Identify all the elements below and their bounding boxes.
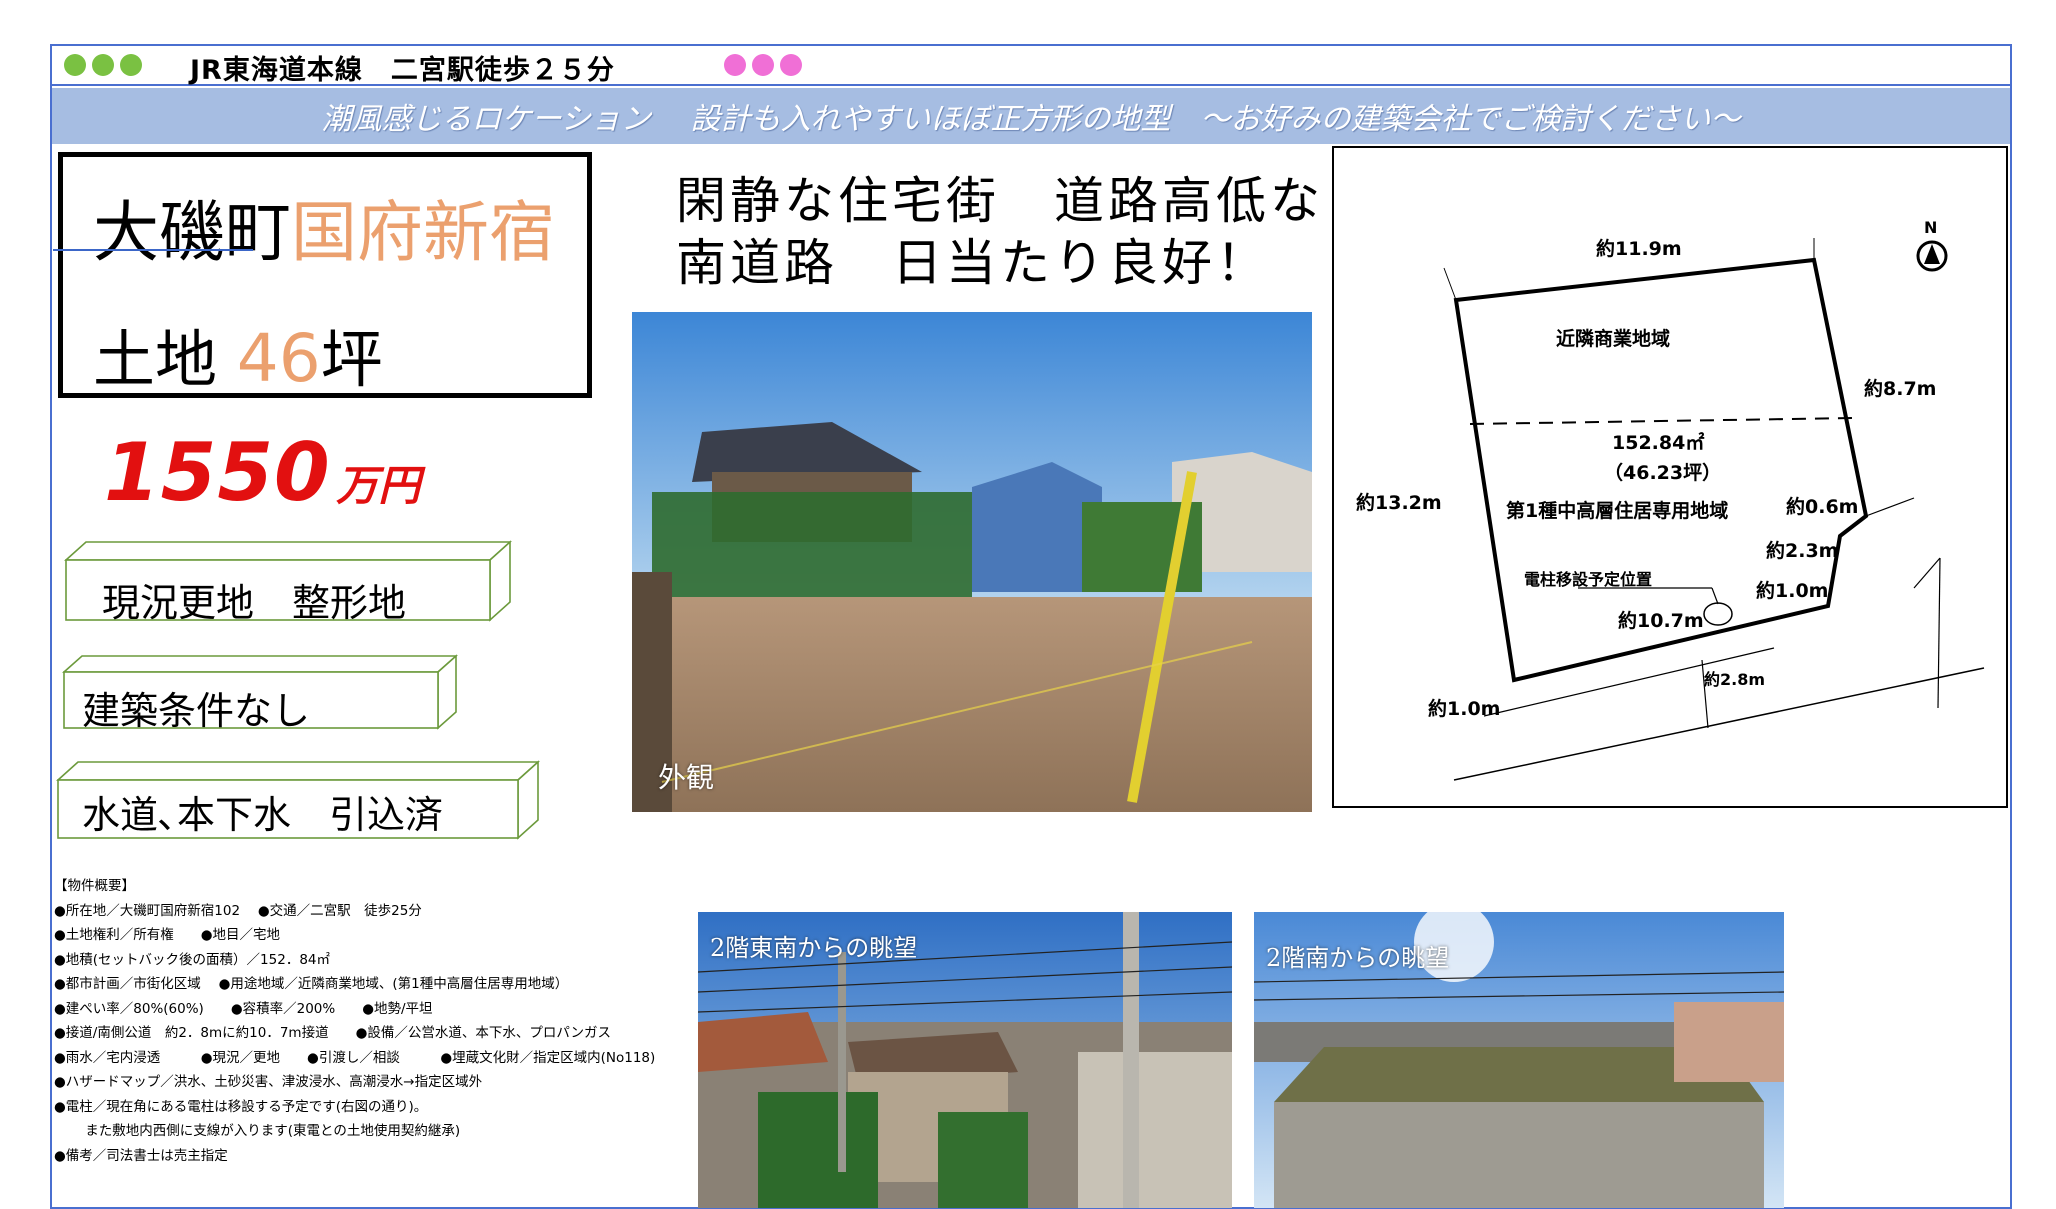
overview-line: ●建ぺい率／80%(60%) ●容積率／200% ●地勢/平坦	[54, 1000, 433, 1017]
plan-area-sqm: 152.84㎡	[1612, 432, 1705, 454]
land-size-title: 土地 46坪	[93, 309, 383, 399]
overview-line: ●所在地／大磯町国府新宿102 ●交通／二宮駅 徒歩25分	[54, 902, 422, 919]
land-label: 土地	[93, 323, 218, 396]
plan-corner-10b: 約1.0m	[1428, 698, 1501, 720]
feature-box-3: 水道､本下水 引込済	[56, 760, 540, 840]
headline: 閑静な住宅街 道路高低なし 南道路 日当たり良好！	[676, 170, 1378, 294]
feature-text-2: 建築条件なし	[82, 689, 311, 733]
plan-west: 約13.2m	[1356, 492, 1442, 514]
overview-line: ●雨水／宅内浸透 ●現況／更地 ●引渡し／相談 ●埋蔵文化財／指定区域内(No1…	[54, 1049, 656, 1066]
view-south-caption: 2階南からの眺望	[1266, 944, 1450, 972]
plan-zone-lower: 第1種中高層住居専用地域	[1506, 500, 1729, 522]
plan-pole-note: 電柱移設予定位置	[1524, 570, 1653, 589]
top-bar: JR東海道本線 二宮駅徒歩２５分	[52, 46, 2010, 86]
view-south-photo: 2階南からの眺望	[1254, 912, 1784, 1208]
plan-area-tsubo: （46.23坪）	[1604, 462, 1722, 484]
plan-zone-upper: 近隣商業地域	[1556, 328, 1671, 350]
property-overview: 【物件概要】 ●所在地／大磯町国府新宿102 ●交通／二宮駅 徒歩25分 ●土地…	[54, 874, 655, 1168]
green-dots-icon	[64, 54, 148, 80]
overview-line: ●都市計画／市街化区域 ●用途地域／近隣商業地域、(第1種中高層住居専用地域）	[54, 976, 569, 992]
north-label: N	[1924, 218, 1938, 237]
feature-text-1: 現況更地 整形地	[102, 581, 407, 625]
tsubo-unit: 坪	[320, 323, 383, 396]
plan-corner-23: 約2.3m	[1766, 540, 1839, 562]
location-title: 大磯町国府新宿	[93, 179, 555, 275]
title-underline	[53, 249, 253, 251]
overview-line: ●備考／司法書士は売主指定	[54, 1147, 228, 1164]
plan-corner-10a: 約1.0m	[1756, 580, 1829, 602]
plan-corner-06: 約0.6m	[1786, 496, 1859, 518]
tsubo-value: 46	[236, 320, 321, 397]
overview-line: ●接道/南側公道 約2．8mに約10．7m接道 ●設備／公営水道、本下水、プロパ…	[54, 1025, 612, 1041]
exterior-photo: 外観	[632, 312, 1312, 812]
headline-line-2: 南道路 日当たり良好！	[676, 234, 1270, 292]
overview-line: ●電柱／現在角にある電柱は移設する予定です(右図の通り)。	[54, 1098, 428, 1115]
view-southeast-caption: 2階東南からの眺望	[710, 934, 918, 962]
overview-line: ●地積(セットバック後の面積）／152．84㎡	[54, 951, 330, 968]
feature-box-2: 建築条件なし	[62, 654, 458, 733]
feature-box-1: 現況更地 整形地	[64, 540, 512, 625]
feature-text-3: 水道､本下水 引込済	[82, 793, 444, 837]
pink-dots-icon	[724, 54, 808, 80]
district-name: 国府新宿	[291, 194, 555, 271]
exterior-caption: 外観	[658, 761, 715, 794]
overview-line: 【物件概要】	[54, 878, 135, 894]
plan-east-upper: 約8.7m	[1864, 378, 1937, 400]
title-box: 大磯町国府新宿 土地 46坪	[53, 152, 592, 399]
plan-frontage: 約10.7m	[1618, 610, 1704, 632]
banner-text: 潮風感じるロケーション 設計も入れやすいほぼ正方形の地型 ～お好みの建築会社でご…	[321, 102, 1741, 137]
price: 1550 万円	[104, 426, 420, 519]
site-plan: N 約11.9m 近隣商業地域 約8.7m 152.84㎡ （46.23坪） 約…	[1332, 146, 2008, 808]
overview-line: ●ハザードマップ／洪水、土砂災害、津波浸水、高潮浸水→指定区域外	[54, 1074, 483, 1090]
price-unit: 万円	[336, 461, 421, 510]
overview-line: また敷地内西側に支線が入ります(東電との土地使用契約継承)	[54, 1123, 461, 1139]
access-info: JR東海道本線 二宮駅徒歩２５分	[190, 55, 615, 86]
overview-line: ●土地権利／所有権 ●地目／宅地	[54, 927, 281, 943]
town-name: 大磯町	[93, 194, 291, 271]
catchphrase-banner: 潮風感じるロケーション 設計も入れやすいほぼ正方形の地型 ～お好みの建築会社でご…	[52, 88, 2010, 144]
price-amount: 1550	[104, 426, 331, 519]
headline-line-1: 閑静な住宅街 道路高低なし	[676, 172, 1378, 230]
view-southeast-photo: 2階東南からの眺望	[698, 912, 1232, 1208]
plan-top-width: 約11.9m	[1596, 238, 1682, 260]
plan-road-width: 約2.8m	[1704, 670, 1766, 689]
